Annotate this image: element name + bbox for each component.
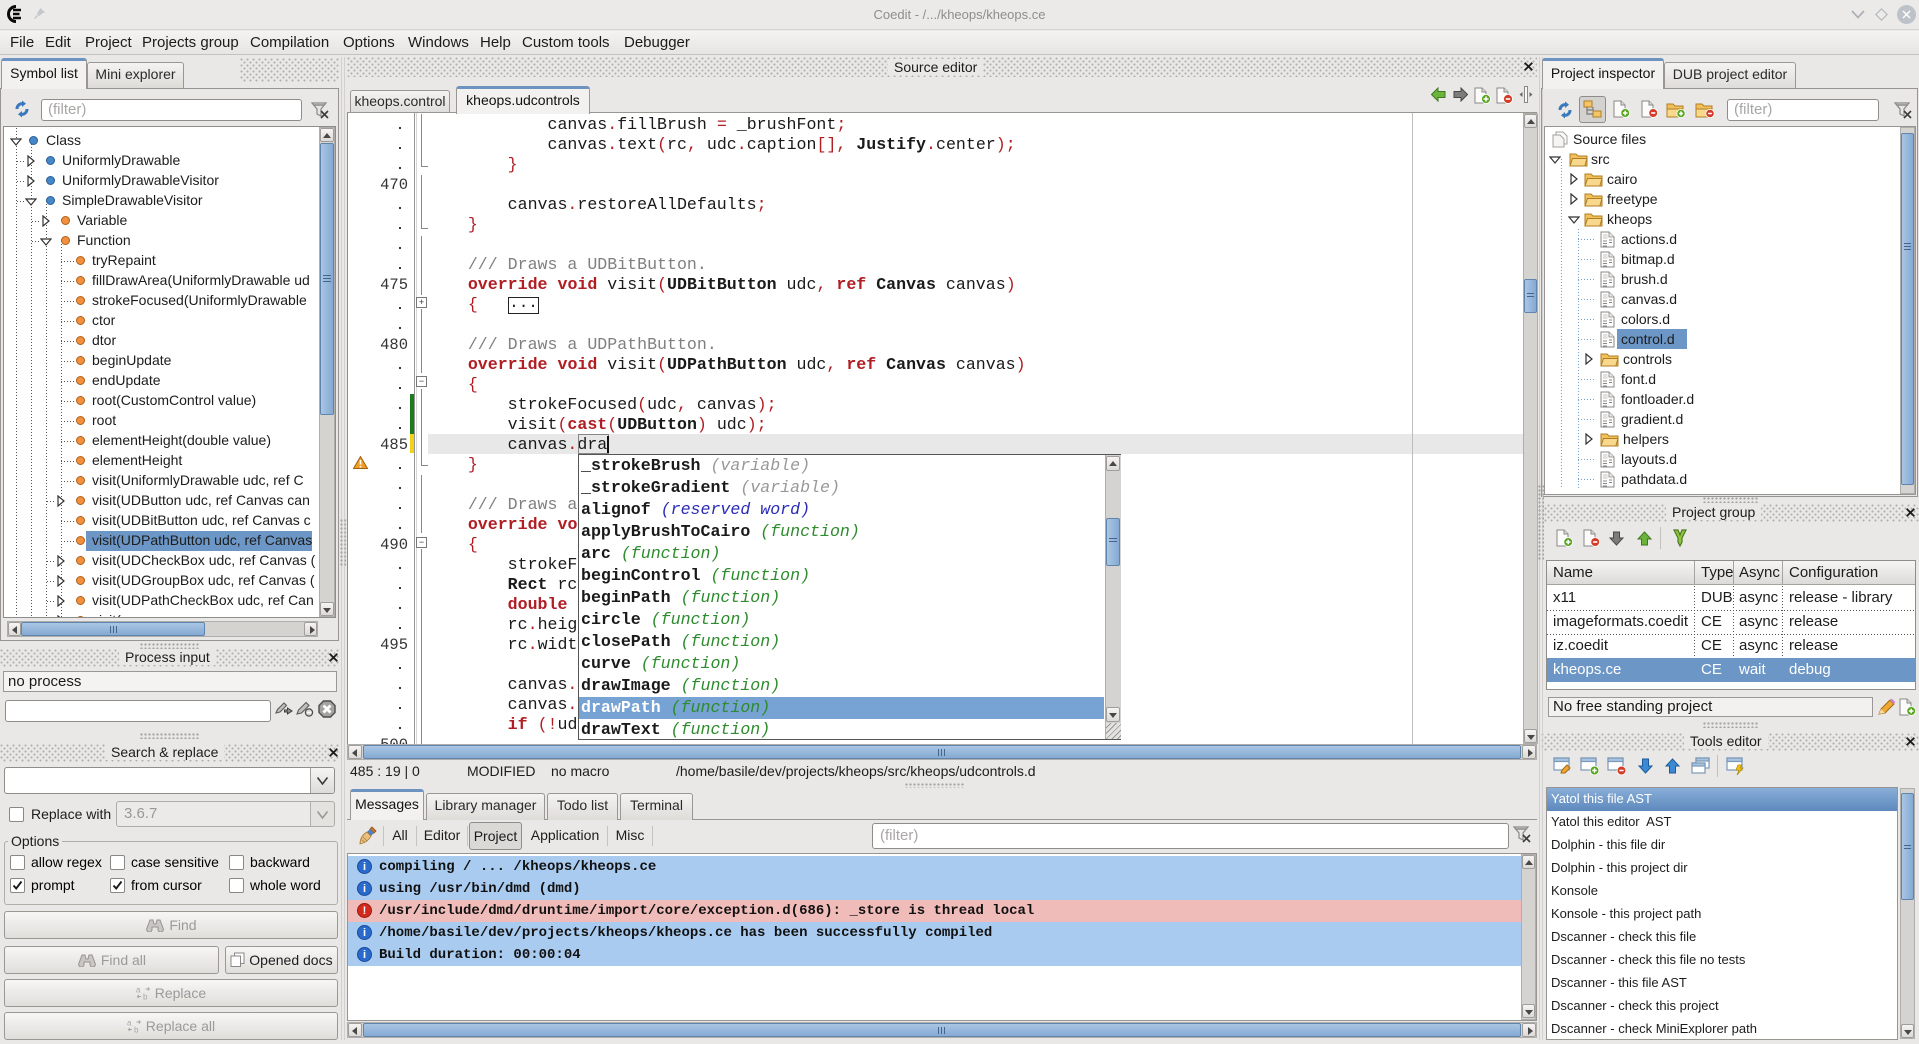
svg-text:b: b	[134, 1026, 139, 1034]
svg-text:a: a	[127, 1019, 132, 1028]
svg-text:b: b	[143, 993, 148, 1001]
svg-text:a: a	[136, 986, 141, 995]
